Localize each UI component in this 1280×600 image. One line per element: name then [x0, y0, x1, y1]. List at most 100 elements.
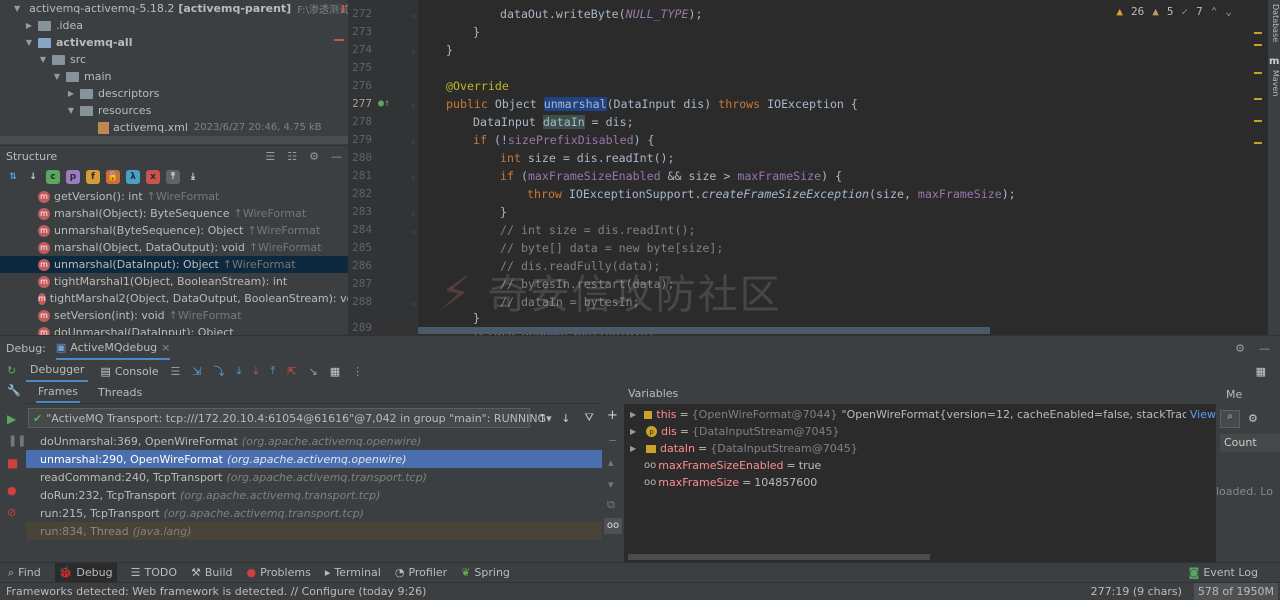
debug-config-tab[interactable]: ▣ ActiveMQdebug × [55, 336, 171, 360]
tree-item-descriptors[interactable]: ▶ descriptors [0, 85, 348, 102]
fold-icon[interactable]: ◦ [410, 208, 417, 221]
filter-icon[interactable]: ⛛ [584, 411, 593, 425]
maven-tool-button[interactable]: Maven [1268, 70, 1280, 97]
structure-method-row[interactable]: m marshal(Object, DataOutput): void ↑Wir… [0, 239, 348, 256]
toolwindow-terminal[interactable]: ▸ Terminal [325, 566, 381, 579]
toolwindow-event-log[interactable]: ◙ Event Log [1189, 566, 1258, 579]
fold-icon[interactable]: ◦ [410, 298, 417, 311]
structure-method-row[interactable]: m marshal(Object): ByteSequence ↑WireFor… [0, 205, 348, 222]
wrench-icon[interactable]: 🔧 [7, 384, 21, 397]
chevron-down-icon[interactable]: ▼ [66, 106, 76, 115]
minus-icon[interactable]: − [608, 434, 617, 447]
chevron-down-icon[interactable]: ▼ [38, 55, 48, 64]
force-step-into-icon[interactable]: ⤓ [254, 364, 259, 378]
structure-method-row[interactable]: m tightMarshal2(Object, DataOutput, Bool… [0, 290, 348, 307]
toolwindow-problems[interactable]: ● Problems [247, 566, 311, 579]
editor-horizontal-scrollbar[interactable] [418, 327, 990, 334]
tree-item-idea[interactable]: ▶ .idea [0, 17, 348, 34]
expand-all-icon[interactable]: ☰ [265, 150, 275, 163]
resume-icon[interactable]: ▶ [7, 412, 16, 426]
fold-icon[interactable]: ◦ [410, 226, 417, 239]
variable-row[interactable]: ▶ this = {OpenWireFormat@7044} "OpenWire… [624, 406, 1216, 423]
tab-console[interactable]: ▤ Console [100, 365, 158, 378]
tree-item-resources[interactable]: ▼ resources [0, 102, 348, 119]
chevron-down-icon[interactable]: ▼ [14, 4, 20, 13]
chevron-right-icon[interactable]: ▶ [630, 410, 638, 419]
structure-method-row-selected[interactable]: m unmarshal(DataInput): Object ↑WireForm… [0, 256, 348, 273]
step-into-icon[interactable]: ⤓ [237, 364, 242, 378]
run-to-cursor-icon[interactable]: ↘ [308, 365, 317, 378]
plus-icon[interactable]: + [607, 408, 618, 423]
non-public-icon[interactable]: 🔒 [106, 170, 120, 184]
code-editor[interactable]: 272 273 274 275 276 277 278 279 280 281 … [348, 0, 1268, 335]
structure-method-row[interactable]: m setVersion(int): void ↑WireFormat [0, 307, 348, 324]
layout-settings-icon[interactable]: ▦ [1256, 365, 1266, 378]
tree-item-src[interactable]: ▼ src [0, 51, 348, 68]
tab-frames[interactable]: Frames [36, 382, 81, 403]
view-breakpoints-icon[interactable]: ● [7, 484, 17, 497]
stack-frame[interactable]: readCommand:240, TcpTransport (org.apach… [26, 468, 602, 486]
fold-icon[interactable]: ◦ [410, 10, 417, 23]
pause-icon[interactable]: ❚❚ [8, 434, 26, 447]
collapse-all-icon[interactable]: ☷ [287, 150, 297, 163]
fold-icon[interactable]: ◦ [410, 100, 417, 113]
anonymous-icon[interactable]: x [146, 170, 160, 184]
structure-method-row[interactable]: m doUnmarshal(DataInput): Object [0, 324, 348, 335]
tab-memory[interactable]: Me [1226, 388, 1242, 401]
copy-icon[interactable]: ⧉ [607, 498, 615, 512]
tree-item-activemq-all[interactable]: ▼ activemq-all [0, 34, 348, 51]
stack-frame-selected[interactable]: unmarshal:290, OpenWireFormat (org.apach… [26, 450, 602, 468]
gear-icon[interactable]: ⚙ [1248, 412, 1258, 425]
implements-gutter-icon[interactable]: ●↑ [378, 98, 390, 109]
chevron-right-icon[interactable]: ▶ [66, 89, 76, 98]
error-stripe[interactable] [1254, 30, 1264, 330]
move-down-icon[interactable]: ▾ [608, 478, 614, 491]
chevron-down-icon[interactable]: ▼ [24, 38, 34, 47]
stack-frame[interactable]: doUnmarshal:369, OpenWireFormat (org.apa… [26, 432, 602, 450]
chevron-down-icon[interactable]: ▼ [52, 72, 62, 81]
variable-row[interactable]: oo maxFrameSizeEnabled = true [624, 457, 1216, 474]
close-icon[interactable]: × [161, 341, 170, 354]
variable-row[interactable]: ▶ dataIn = {DataInputStream@7045} [624, 440, 1216, 457]
fold-icon[interactable]: ◦ [410, 172, 417, 185]
chevron-right-icon[interactable]: ▶ [630, 427, 640, 436]
rerun-icon[interactable]: ↻ [7, 364, 16, 377]
tree-item-main[interactable]: ▼ main [0, 68, 348, 85]
gear-icon[interactable]: ⚙ [1235, 342, 1245, 355]
more-icon[interactable]: ⋮ [352, 365, 363, 378]
chevron-right-icon[interactable]: ▶ [630, 444, 640, 453]
chevron-down-icon[interactable]: ⌄ [1225, 5, 1232, 18]
editor-gutter[interactable]: 272 273 274 275 276 277 278 279 280 281 … [348, 0, 418, 335]
stack-frame[interactable]: run:215, TcpTransport (org.apache.active… [26, 504, 602, 522]
tab-threads[interactable]: Threads [98, 386, 142, 399]
watches-toggle-icon[interactable]: oo [604, 518, 622, 534]
sort-icon[interactable]: ⇅ [6, 170, 20, 184]
toolwindow-todo[interactable]: ☰ TODO [131, 566, 177, 579]
gear-icon[interactable]: ⚙ [309, 150, 319, 163]
inherited-icon[interactable]: c [46, 170, 60, 184]
evaluate-expression-icon[interactable]: ▦ [330, 365, 340, 378]
structure-method-row[interactable]: m tightMarshal1(Object, BooleanStream): … [0, 273, 348, 290]
autoscroll-from-source-icon[interactable]: ⤓ [186, 170, 200, 184]
tab-debugger[interactable]: Debugger [26, 360, 89, 382]
search-icon[interactable]: ⌕ [1220, 410, 1240, 428]
drop-frame-icon[interactable]: ⇱ [287, 365, 296, 378]
stack-frame[interactable]: doRun:232, TcpTransport (org.apache.acti… [26, 486, 602, 504]
menu-icon[interactable]: ☰ [171, 365, 181, 378]
variables-horizontal-scrollbar[interactable] [628, 554, 930, 560]
arrow-down-icon[interactable]: ↓ [561, 412, 570, 425]
minimize-icon[interactable]: — [331, 150, 342, 163]
fold-icon[interactable]: ◦ [410, 136, 417, 149]
chevron-up-icon[interactable]: ⌃ [1211, 5, 1218, 18]
show-execution-point-icon[interactable]: ⇲ [192, 365, 201, 378]
step-out-icon[interactable]: ⤒ [270, 364, 275, 378]
view-link[interactable]: View [1190, 408, 1216, 421]
tree-item-root[interactable]: ▼ activemq-activemq-5.18.2 [activemq-par… [0, 0, 348, 17]
sort-alpha-icon[interactable]: ↓ [26, 170, 40, 184]
toolwindow-find[interactable]: ⌕ Find [8, 566, 41, 580]
toolwindow-profiler[interactable]: ◔ Profiler [395, 566, 447, 579]
structure-method-row[interactable]: m unmarshal(ByteSequence): Object ↑WireF… [0, 222, 348, 239]
properties-icon[interactable]: p [66, 170, 80, 184]
variable-row[interactable]: oo maxFrameSize = 104857600 [624, 474, 1216, 491]
toolwindow-debug[interactable]: 🐞 Debug [54, 562, 117, 583]
